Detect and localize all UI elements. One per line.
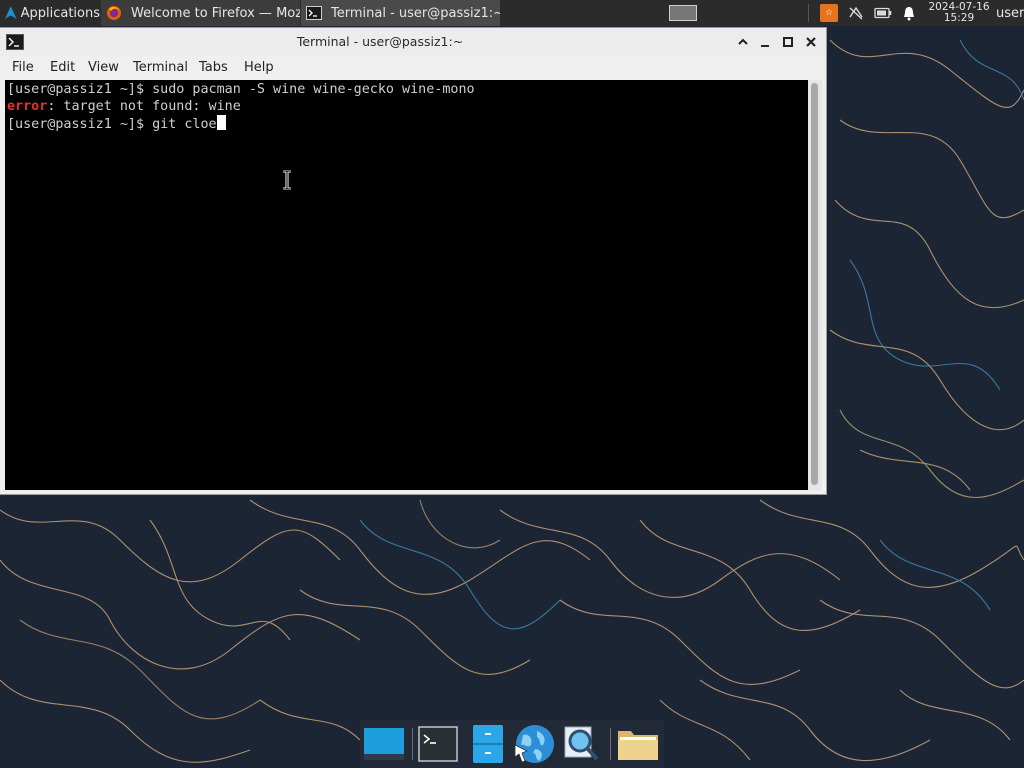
clock-time: 15:29 [943,12,975,24]
taskbar-item-terminal[interactable]: Terminal - user@passiz1:~ [301,0,500,26]
close-icon [806,37,816,47]
scrollbar-thumb[interactable] [811,83,818,485]
window-titlebar[interactable]: Terminal - user@passiz1:~ [0,28,826,56]
desktop-icon [364,728,404,760]
terminal-line: [user@passiz1 ~]$ sudo pacman -S wine wi… [7,82,475,97]
clock[interactable]: 2024-07-16 15:29 [928,0,990,26]
terminal-input: [user@passiz1 ~]$ git cloe [7,117,217,132]
taskbar-item-label: Welcome to Firefox — Mozil... [131,5,300,21]
bell-glyph [904,6,914,20]
dock-item-search[interactable] [560,722,604,766]
tray-separator [808,4,809,22]
menu-terminal[interactable]: Terminal [133,56,188,80]
web-browser-icon [514,725,554,763]
workspace-1[interactable] [669,5,697,21]
menu-edit[interactable]: Edit [50,56,75,80]
top-panel: Applications Welcome to Firefox — Mozil.… [0,0,1024,26]
applications-label: Applications [20,5,100,21]
dock-item-file-cabinet[interactable] [466,722,510,766]
chevron-up-icon [738,38,748,45]
dock-separator [412,728,413,760]
terminal-window: Terminal - user@passiz1:~ File Edit View… [0,28,826,494]
tray-app-label: ☆ [824,8,834,18]
user-menu[interactable]: user [996,0,1024,26]
battery-icon[interactable] [872,0,894,26]
bell-icon[interactable] [899,0,919,26]
user-name: user [996,5,1024,21]
arch-logo-icon [4,6,17,19]
firefox-icon [107,6,121,20]
terminal-output[interactable]: [user@passiz1 ~]$ sudo pacman -S wine wi… [5,80,808,490]
terminal-icon [418,726,458,762]
menu-help[interactable]: Help [244,56,274,80]
maximize-icon [783,37,793,47]
ibeam-cursor-icon [283,170,291,190]
menubar: File Edit View Terminal Tabs Help [0,56,826,80]
scrollbar[interactable] [808,80,822,490]
dock-item-folder[interactable] [616,722,660,766]
terminal-line: error: target not found: wine [7,98,241,115]
battery-glyph [874,7,892,19]
menu-tabs[interactable]: Tabs [199,56,228,80]
dock-item-show-desktop[interactable] [362,722,406,766]
network-disconnected-glyph [849,6,863,20]
taskbar-item-label: Terminal - user@passiz1:~ [331,5,500,21]
menu-view[interactable]: View [88,56,119,80]
network-disconnected-icon[interactable] [846,0,866,26]
terminal-icon [306,6,322,20]
error-keyword: error [7,99,48,114]
desktop: Applications Welcome to Firefox — Mozil.… [0,0,1024,768]
error-message: : target not found: wine [47,99,241,114]
file-cabinet-icon [473,725,503,763]
text-cursor [216,115,226,130]
tray-app-icon[interactable]: ☆ [820,4,838,22]
dock-item-terminal[interactable] [416,722,460,766]
maximize-button[interactable] [779,33,797,51]
workspace-switcher[interactable] [668,0,698,26]
menu-file[interactable]: File [12,56,34,80]
folder-icon [618,731,658,760]
search-icon [564,726,599,761]
minimize-button[interactable] [756,33,774,51]
dock [360,720,664,768]
close-button[interactable] [802,33,820,51]
dock-item-web-browser[interactable] [512,722,556,766]
shade-button[interactable] [734,33,752,51]
applications-menu-button[interactable]: Applications [0,0,100,26]
taskbar-item-firefox[interactable]: Welcome to Firefox — Mozil... [101,0,300,26]
terminal-prompt-line[interactable]: [user@passiz1 ~]$ git cloe [7,115,226,132]
window-title: Terminal - user@passiz1:~ [296,34,464,49]
dock-separator [610,728,611,760]
minimize-icon [761,45,769,47]
